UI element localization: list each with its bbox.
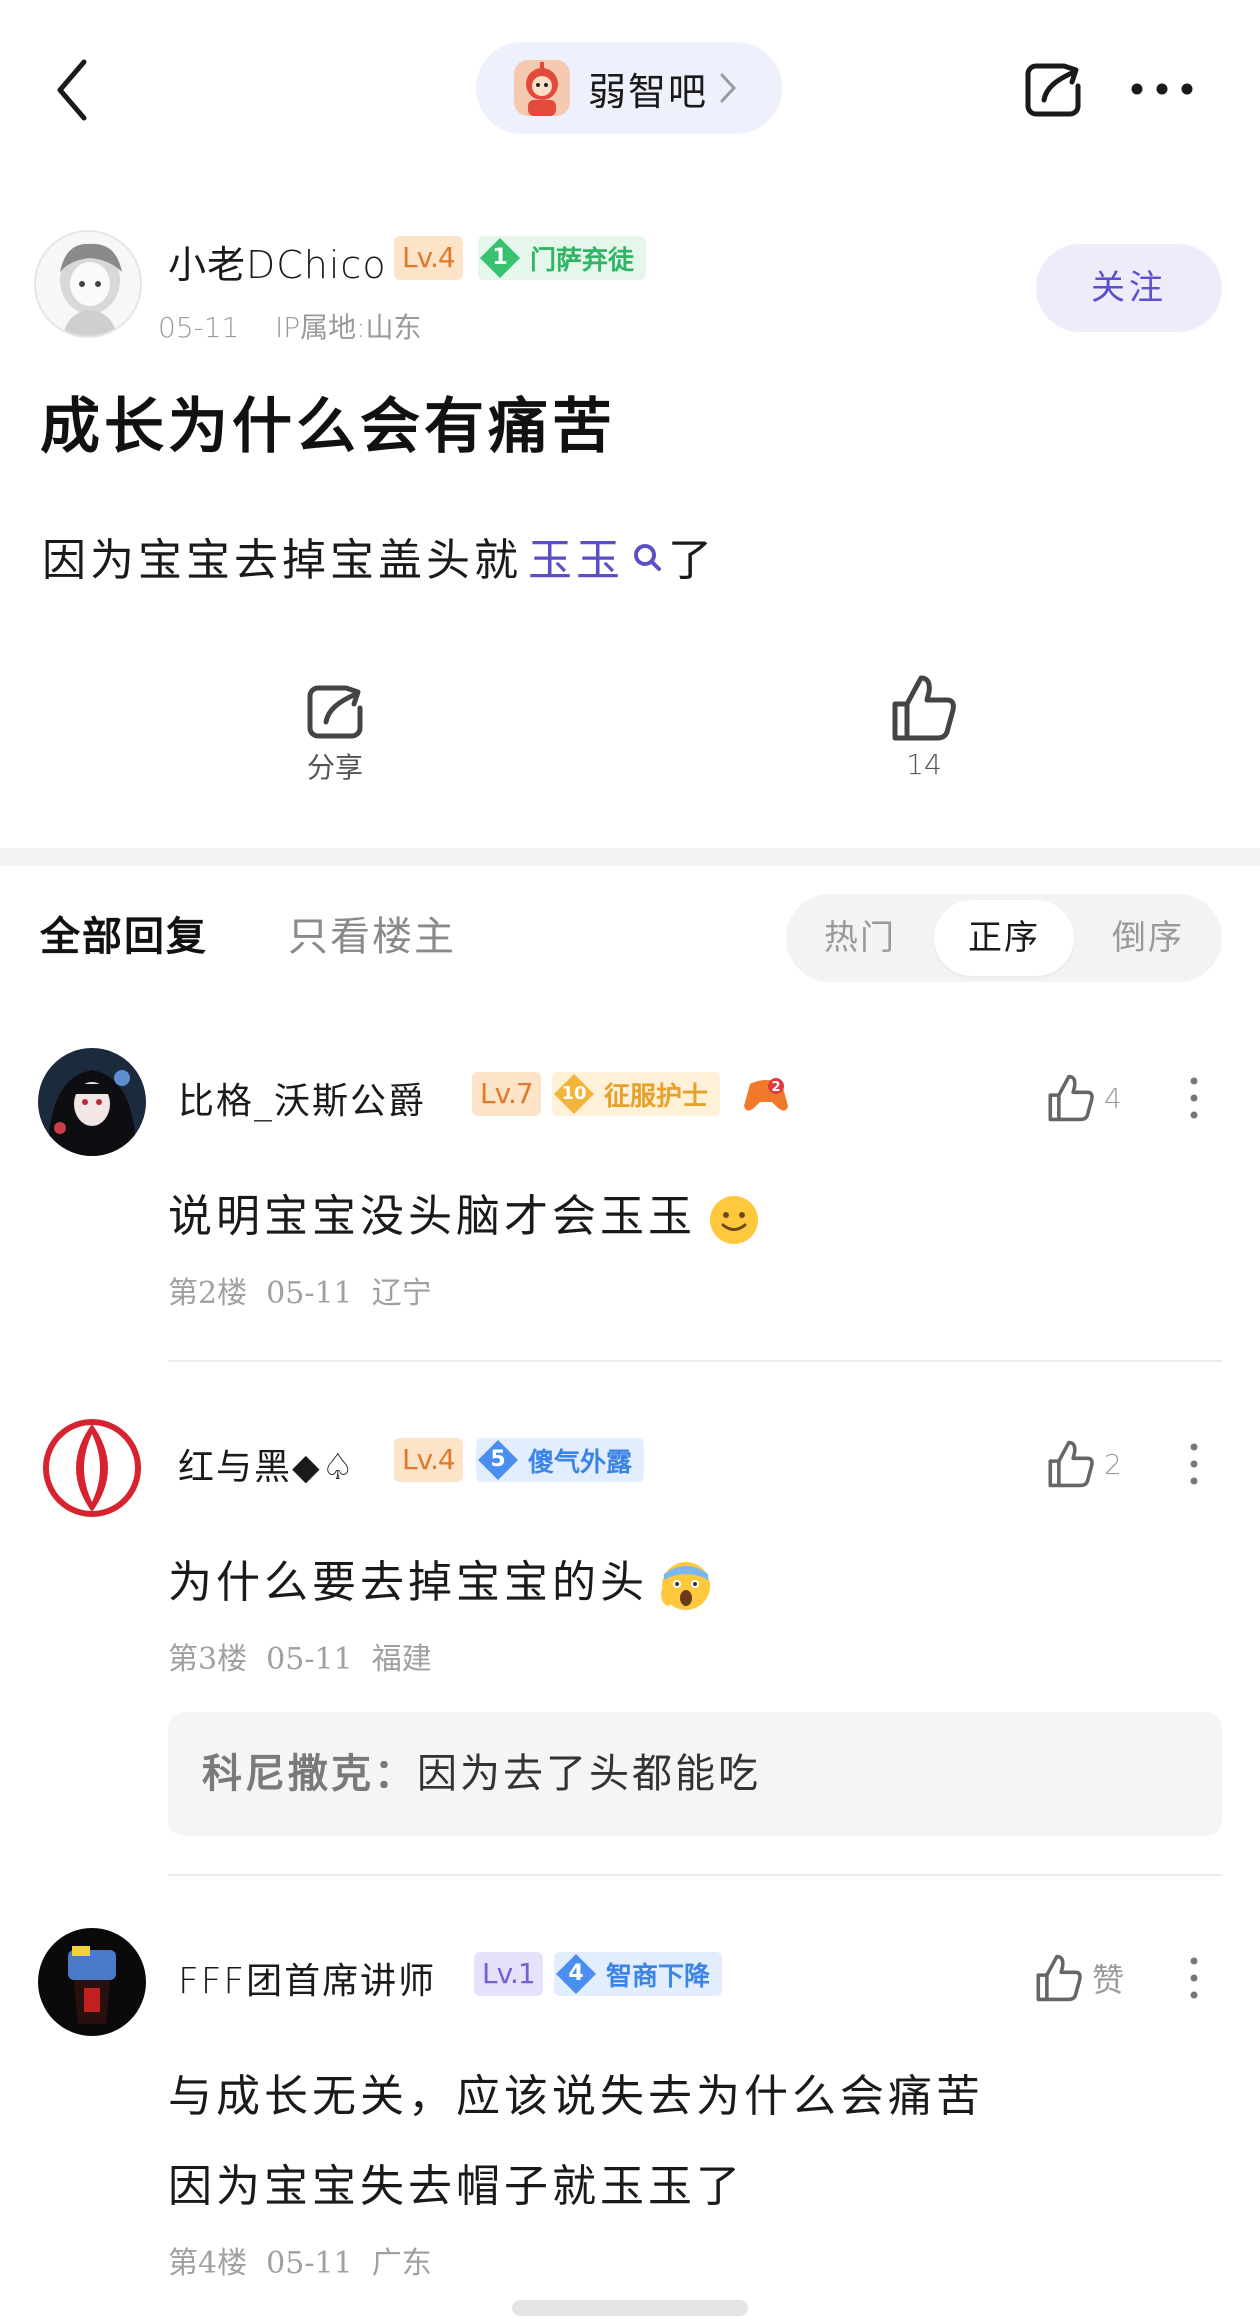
title-badge-label: 傻气外露 (528, 1447, 633, 1478)
reply-divider (168, 1874, 1222, 1876)
thumbs-up-icon (1048, 1074, 1094, 1122)
follow-button[interactable]: 关注 (1036, 244, 1222, 332)
reply-like-button[interactable]: 赞 (1034, 1948, 1144, 2008)
scroll-indicator[interactable] (512, 2300, 748, 2316)
forum-avatar (514, 60, 570, 116)
more-icon[interactable] (1189, 1956, 1199, 2000)
share-label: 分享 (306, 751, 363, 784)
more-icon[interactable] (1189, 1076, 1199, 1120)
sub-reply-text: 因为去了头都能吃 (417, 1751, 761, 1797)
author-name[interactable]: 小老DChico (168, 234, 387, 289)
post-title: 成长为什么会有痛苦 (40, 392, 616, 462)
share-button[interactable]: 分享 (290, 680, 380, 786)
gem-icon: 1 (478, 236, 522, 280)
title-badge: 5 傻气外露 (476, 1438, 645, 1482)
reply-text: 为什么要去掉宝宝的头 (168, 1546, 712, 1612)
post-keyword-link[interactable]: 玉玉 (528, 524, 624, 588)
thumbs-up-icon (1036, 1954, 1082, 2002)
reply-text: 说明宝宝没头脑才会玉玉 (168, 1180, 760, 1246)
reply-meta: 第2楼 05-11 辽宁 (168, 1276, 432, 1311)
post-body-suffix: 了 (668, 535, 716, 586)
reply-meta: 第3楼 05-11 福建 (168, 1642, 432, 1677)
reply-divider (168, 1360, 1222, 1362)
title-badge-label: 智商下降 (606, 1961, 711, 1992)
avatar[interactable] (38, 1928, 146, 2036)
title-badge-label: 门萨弃徒 (530, 245, 635, 276)
sub-reply-author[interactable]: 科尼撒克： (202, 1750, 417, 1797)
reply-like-count: 赞 (1092, 1961, 1125, 1999)
reply-text-line-2: 因为宝宝失去帽子就玉玉了 (168, 2161, 744, 2212)
avatar[interactable] (38, 1414, 146, 1522)
sub-reply[interactable]: 科尼撒克：因为去了头都能吃 (168, 1712, 1222, 1836)
reply-author-name[interactable]: FFF团首席讲师 (178, 1952, 436, 2004)
game-controller-icon: 2 (744, 1078, 788, 1111)
level-badge: Lv.1 (474, 1952, 543, 1996)
like-button[interactable]: 14 (884, 672, 964, 781)
post-meta: 05-11 IP属地:山东 (158, 311, 422, 344)
reply-like-count: 4 (1104, 1081, 1122, 1115)
more-icon[interactable] (1130, 82, 1194, 96)
svg-text:2: 2 (771, 1080, 780, 1095)
avatar[interactable] (38, 1048, 146, 1156)
share-icon[interactable] (1022, 58, 1084, 120)
gem-icon: 10 (552, 1072, 596, 1116)
title-badge-label: 征服护士 (604, 1081, 709, 1112)
gem-icon: 4 (554, 1952, 598, 1996)
sort-descending[interactable]: 倒序 (1074, 894, 1222, 982)
share-icon (307, 685, 363, 739)
tab-op-only[interactable]: 只看楼主 (288, 904, 456, 962)
thumbs-up-icon (892, 675, 956, 741)
thumbs-up-icon (1048, 1440, 1094, 1488)
chevron-right-icon (720, 73, 736, 103)
forum-link[interactable]: 弱智吧 (476, 42, 782, 134)
top-bar: 弱智吧 (0, 0, 1260, 180)
like-count: 14 (906, 748, 942, 781)
section-divider (0, 848, 1260, 866)
reply-meta: 第4楼 05-11 广东 (168, 2246, 432, 2281)
title-badge: 4 智商下降 (554, 1952, 723, 1996)
level-badge: Lv.4 (394, 1438, 463, 1482)
sort-toggle: 热门 正序 倒序 (786, 894, 1222, 982)
reply-like-count: 2 (1104, 1447, 1122, 1481)
author-avatar[interactable] (34, 230, 142, 338)
reply-author-name[interactable]: 红与黑◆♤ (178, 1438, 356, 1490)
reply-like-button[interactable]: 4 (1046, 1068, 1156, 1128)
level-badge: Lv.7 (472, 1072, 541, 1116)
smile-emoji-icon (710, 1195, 758, 1244)
gem-icon: 5 (476, 1438, 520, 1482)
more-icon[interactable] (1189, 1442, 1199, 1486)
scream-emoji-icon (661, 1561, 710, 1610)
title-badge: 1 门萨弃徒 (478, 236, 647, 280)
reply-like-button[interactable]: 2 (1046, 1434, 1156, 1494)
forum-name: 弱智吧 (588, 69, 709, 114)
level-badge: Lv.4 (394, 236, 463, 280)
post-body: 因为宝宝去掉宝盖头就 玉玉 了 (42, 524, 716, 588)
reply-text-line-1: 与成长无关，应该说失去为什么会痛苦 (168, 2071, 984, 2122)
tab-all-replies[interactable]: 全部回复 (40, 904, 208, 962)
sort-hot[interactable]: 热门 (786, 894, 934, 982)
post-body-text: 因为宝宝去掉宝盖头就 (42, 535, 522, 586)
back-arrow-icon[interactable] (52, 58, 92, 122)
title-badge: 10 征服护士 (552, 1072, 721, 1116)
search-icon[interactable] (632, 542, 662, 572)
reply-author-name[interactable]: 比格_沃斯公爵 (178, 1072, 426, 1124)
sort-ascending[interactable]: 正序 (934, 894, 1074, 982)
